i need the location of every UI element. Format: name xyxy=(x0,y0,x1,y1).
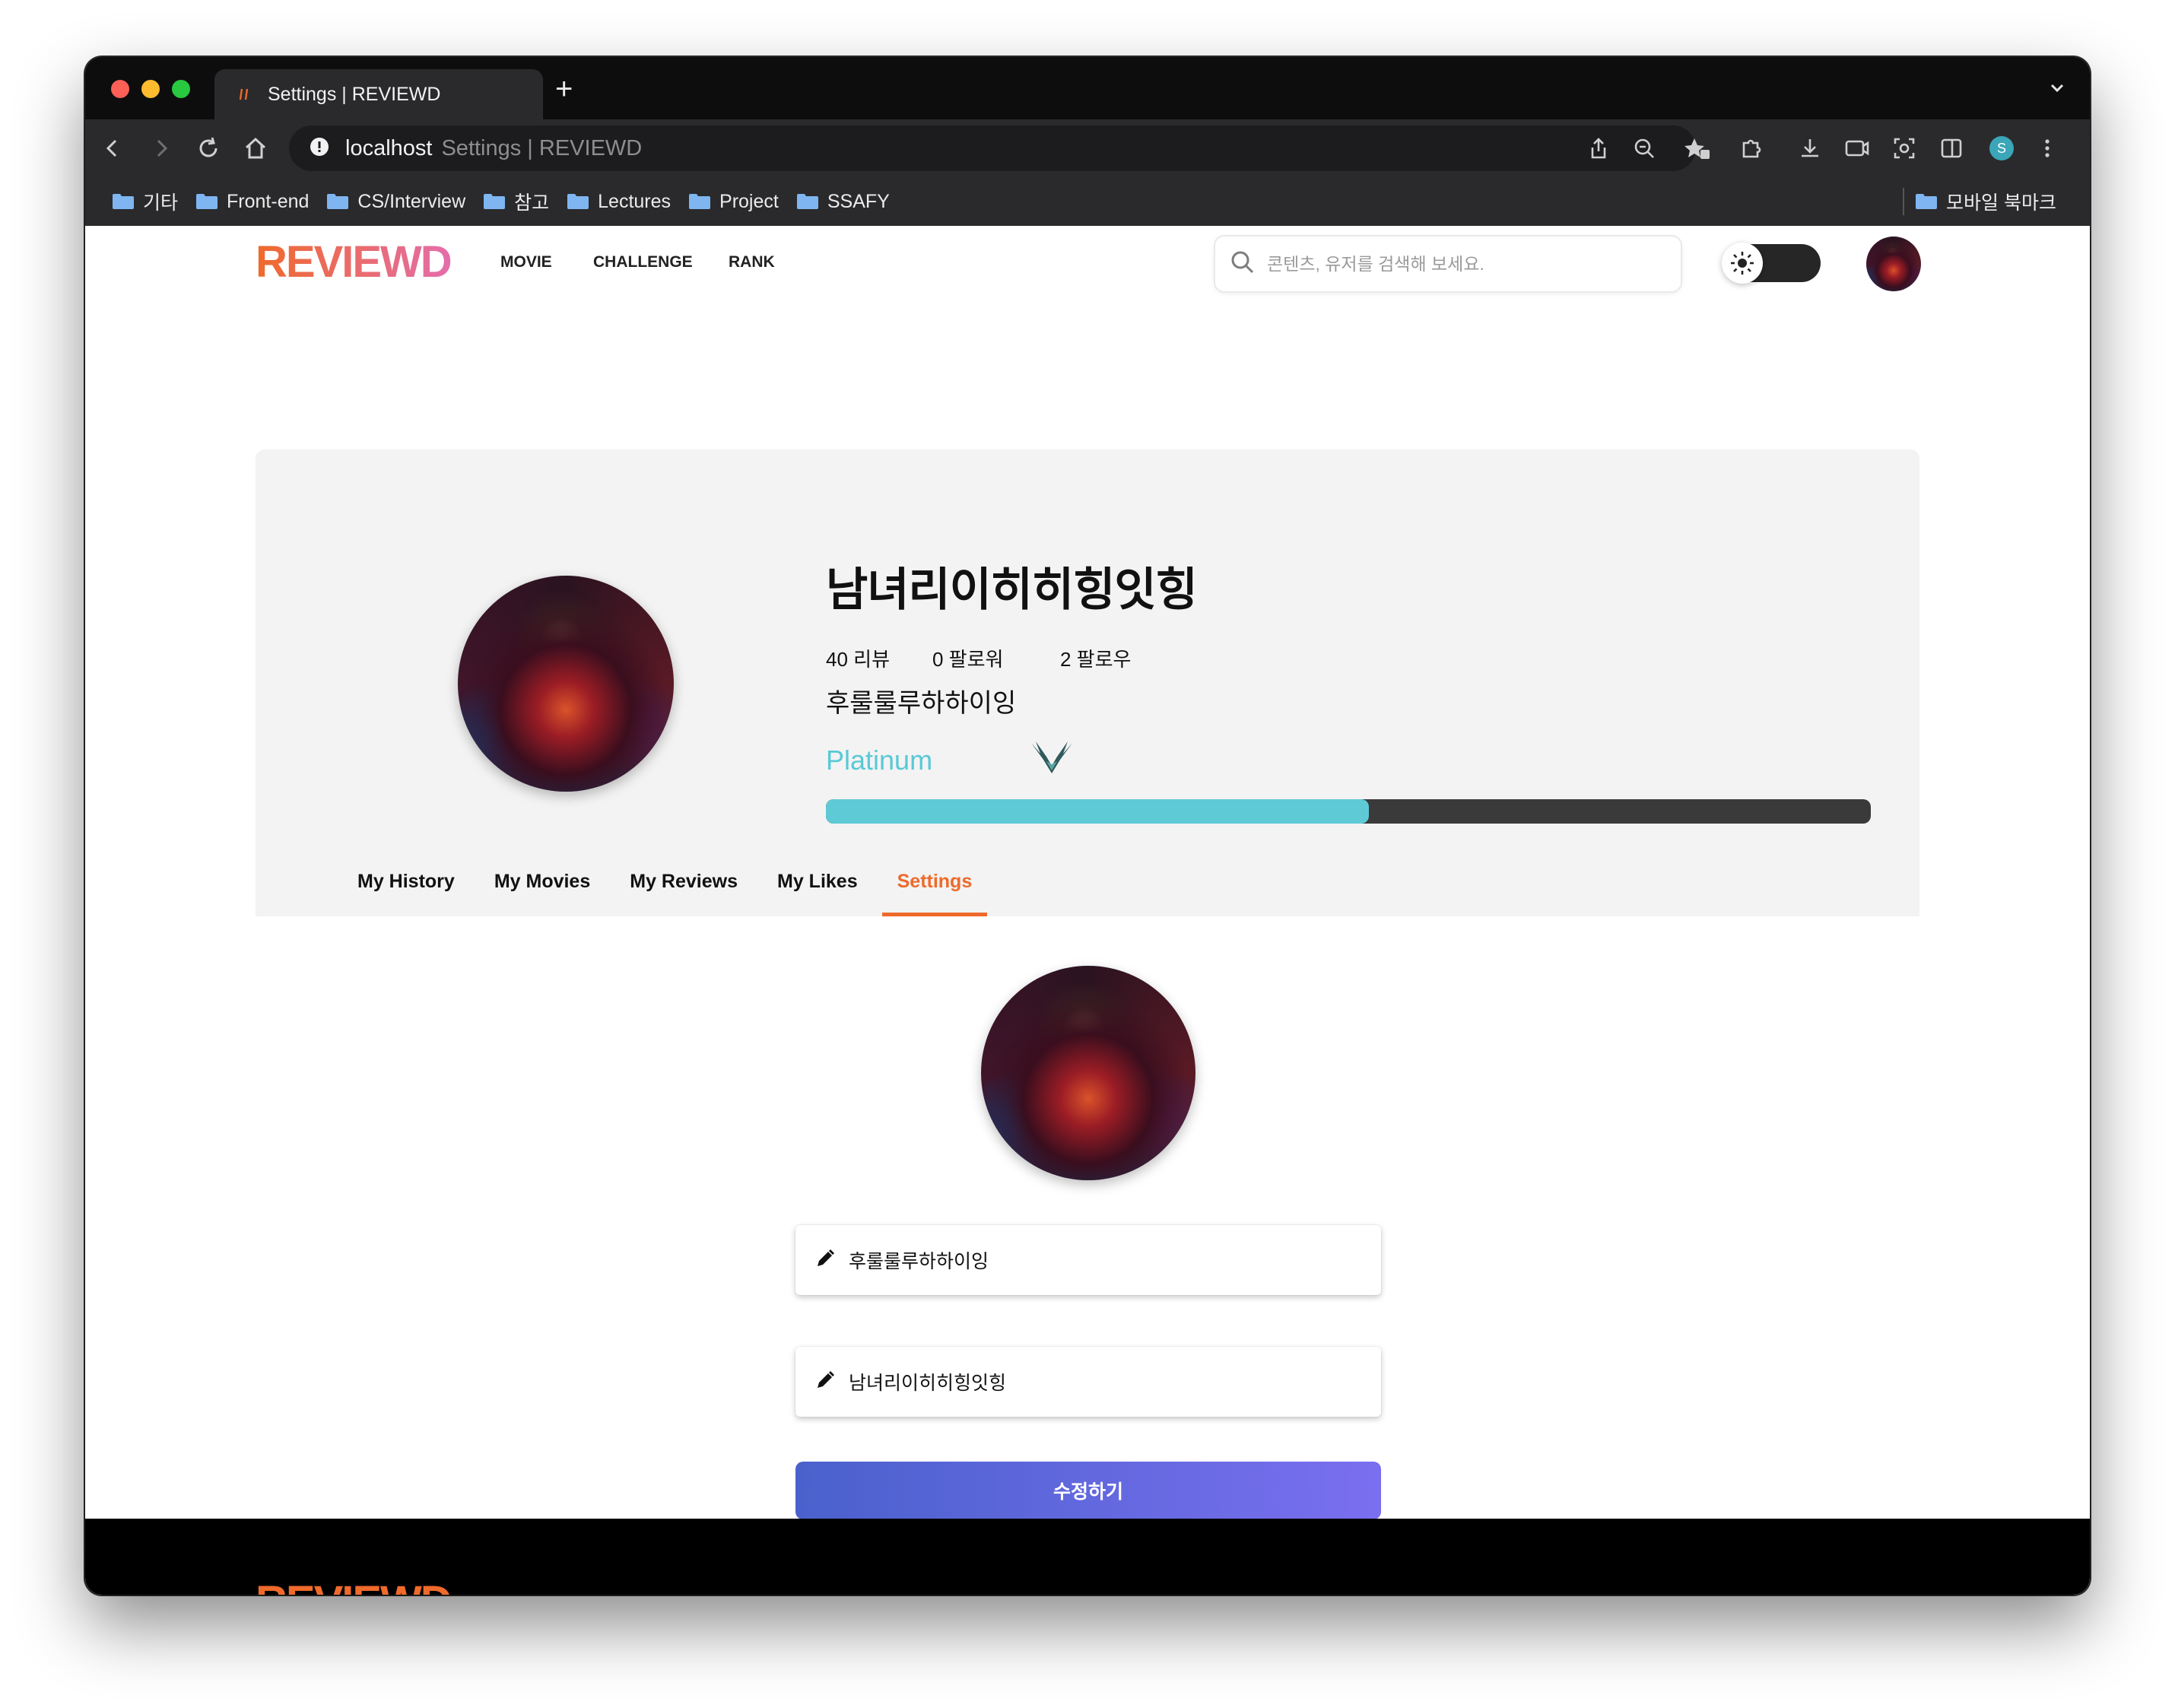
minimize-window-button[interactable] xyxy=(141,80,160,98)
home-icon[interactable] xyxy=(240,133,271,163)
folder-icon xyxy=(567,194,589,209)
review-count[interactable]: 40 리뷰 xyxy=(826,644,932,672)
nav-challenge[interactable]: CHALLENGE xyxy=(593,253,693,271)
nickname-input[interactable] xyxy=(849,1249,1366,1271)
user-avatar[interactable] xyxy=(1866,237,1921,291)
bookmark-folder-ssafy[interactable]: SSAFY xyxy=(796,190,890,213)
bookmark-label: 모바일 북마크 xyxy=(1946,192,2056,214)
download-icon[interactable] xyxy=(1795,133,1825,163)
search-icon[interactable] xyxy=(1229,249,1256,280)
screenshot-icon[interactable] xyxy=(1889,133,1919,163)
bookmark-folder-cs-interview[interactable]: CS/Interview xyxy=(327,191,465,213)
bookmark-folder-참고[interactable]: 참고 xyxy=(484,188,549,215)
browser-chrome: Settings | REVIEWD + localhost Settings … xyxy=(85,57,2090,226)
footer-logo[interactable]: REVIEWD xyxy=(256,1576,452,1595)
bookmarks-bar: 기타 Front-end CS/Interview 참고 Lectures Pr… xyxy=(85,177,2090,226)
tab-my-likes[interactable]: My Likes xyxy=(777,871,858,916)
tier-label: Platinum xyxy=(826,744,933,776)
following-count[interactable]: 2 팔로우 xyxy=(1060,644,1131,672)
bookmark-folder-project[interactable]: Project xyxy=(689,191,779,213)
bookmark-label: CS/Interview xyxy=(357,190,466,212)
bookmark-folder-기타[interactable]: 기타 xyxy=(113,188,178,215)
share-icon[interactable] xyxy=(1583,133,1614,163)
follower-count[interactable]: 0 팔로워 xyxy=(932,644,1060,672)
site-favicon-icon xyxy=(236,86,252,103)
pencil-icon xyxy=(815,1249,835,1272)
folder-icon xyxy=(484,194,506,209)
profile-name: 남녀리이히히힝잇힝 xyxy=(826,564,1198,615)
browser-window: Settings | REVIEWD + localhost Settings … xyxy=(85,57,2090,1595)
folder-icon xyxy=(327,194,349,209)
bookmark-label: Project xyxy=(719,190,779,212)
profile-nickname: 후룰룰루하하이잉 xyxy=(826,689,1017,718)
bookmark-label: 기타 xyxy=(143,192,179,214)
reload-icon[interactable] xyxy=(193,133,224,163)
page-content: REVIEWD MOVIE CHALLENGE RANK 남녀리이히히힝잇힝 4… xyxy=(85,226,2090,1595)
maximize-window-button[interactable] xyxy=(172,80,190,98)
browser-toolbar: localhost Settings | REVIEWD S xyxy=(85,119,2090,177)
name-field xyxy=(795,1347,1381,1417)
tab-title: Settings | REVIEWD xyxy=(268,83,441,105)
platinum-emblem-icon xyxy=(1030,737,1074,776)
bookmark-label: Front-end xyxy=(227,190,310,212)
address-bar[interactable]: localhost Settings | REVIEWD xyxy=(289,125,1696,171)
search-input[interactable] xyxy=(1267,253,1662,275)
folder-icon xyxy=(796,194,818,209)
folder-icon xyxy=(689,194,711,209)
tier-progress-fill xyxy=(826,799,1370,824)
submit-edit-button[interactable]: 수정하기 xyxy=(795,1462,1381,1519)
tab-strip: Settings | REVIEWD + xyxy=(85,57,2090,119)
forward-icon[interactable] xyxy=(146,133,176,163)
profile-stats: 40 리뷰 0 팔로워 2 팔로우 xyxy=(826,644,1131,672)
folder-icon xyxy=(1916,194,1938,209)
site-footer: REVIEWD xyxy=(85,1519,2090,1595)
sun-icon xyxy=(1722,243,1763,284)
address-host: localhost xyxy=(345,135,433,160)
zoom-out-icon[interactable] xyxy=(1629,133,1659,163)
folder-icon xyxy=(196,194,218,209)
settings-avatar-upload[interactable] xyxy=(981,966,1195,1180)
folder-icon xyxy=(113,194,134,209)
bookmark-folder-lectures[interactable]: Lectures xyxy=(567,191,671,213)
pencil-icon xyxy=(815,1370,835,1394)
bookmark-star-icon[interactable] xyxy=(1682,133,1713,163)
site-logo[interactable]: REVIEWD xyxy=(256,237,452,287)
bookmark-folder-front-end[interactable]: Front-end xyxy=(196,191,309,213)
bookmark-label: SSAFY xyxy=(827,190,890,212)
bookmark-folder-mobile[interactable]: 모바일 북마크 xyxy=(1916,177,2056,226)
search-box xyxy=(1214,235,1682,293)
address-page-title: Settings | REVIEWD xyxy=(441,135,643,160)
tab-search-chevron-icon[interactable] xyxy=(2046,77,2069,100)
side-panel-icon[interactable] xyxy=(1936,133,1967,163)
nav-rank[interactable]: RANK xyxy=(729,253,775,271)
profile-avatar-button[interactable]: S xyxy=(1986,133,2017,163)
tab-my-history[interactable]: My History xyxy=(357,871,455,916)
theme-toggle[interactable] xyxy=(1722,243,1821,284)
browser-menu-icon[interactable] xyxy=(2032,133,2062,163)
site-header: REVIEWD MOVIE CHALLENGE RANK xyxy=(85,226,2090,299)
tab-settings-reviewd[interactable]: Settings | REVIEWD xyxy=(214,69,543,119)
extensions-icon[interactable] xyxy=(1735,133,1766,163)
profile-avatar xyxy=(458,576,674,792)
tab-my-movies[interactable]: My Movies xyxy=(494,871,590,916)
media-router-icon[interactable] xyxy=(1842,133,1872,163)
tab-settings[interactable]: Settings xyxy=(881,871,987,916)
close-window-button[interactable] xyxy=(111,80,129,98)
bookmark-label: Lectures xyxy=(598,190,672,212)
bookmark-label: 참고 xyxy=(514,192,550,214)
profile-header: 남녀리이히히힝잇힝 40 리뷰 0 팔로워 2 팔로우 후룰룰루하하이잉 Pla… xyxy=(256,449,1919,916)
new-tab-button[interactable]: + xyxy=(555,74,573,104)
profile-tabs: My History My Movies My Reviews My Likes… xyxy=(357,871,1011,916)
tier-progress-bar xyxy=(826,799,1871,824)
name-input[interactable] xyxy=(849,1370,1366,1393)
site-info-icon[interactable] xyxy=(309,136,330,161)
back-icon[interactable] xyxy=(97,133,128,163)
tab-my-reviews[interactable]: My Reviews xyxy=(630,871,738,916)
nav-movie[interactable]: MOVIE xyxy=(500,253,552,271)
profile-initial: S xyxy=(1996,140,2006,156)
nickname-field xyxy=(795,1225,1381,1295)
bookmarks-divider xyxy=(1903,188,1904,215)
